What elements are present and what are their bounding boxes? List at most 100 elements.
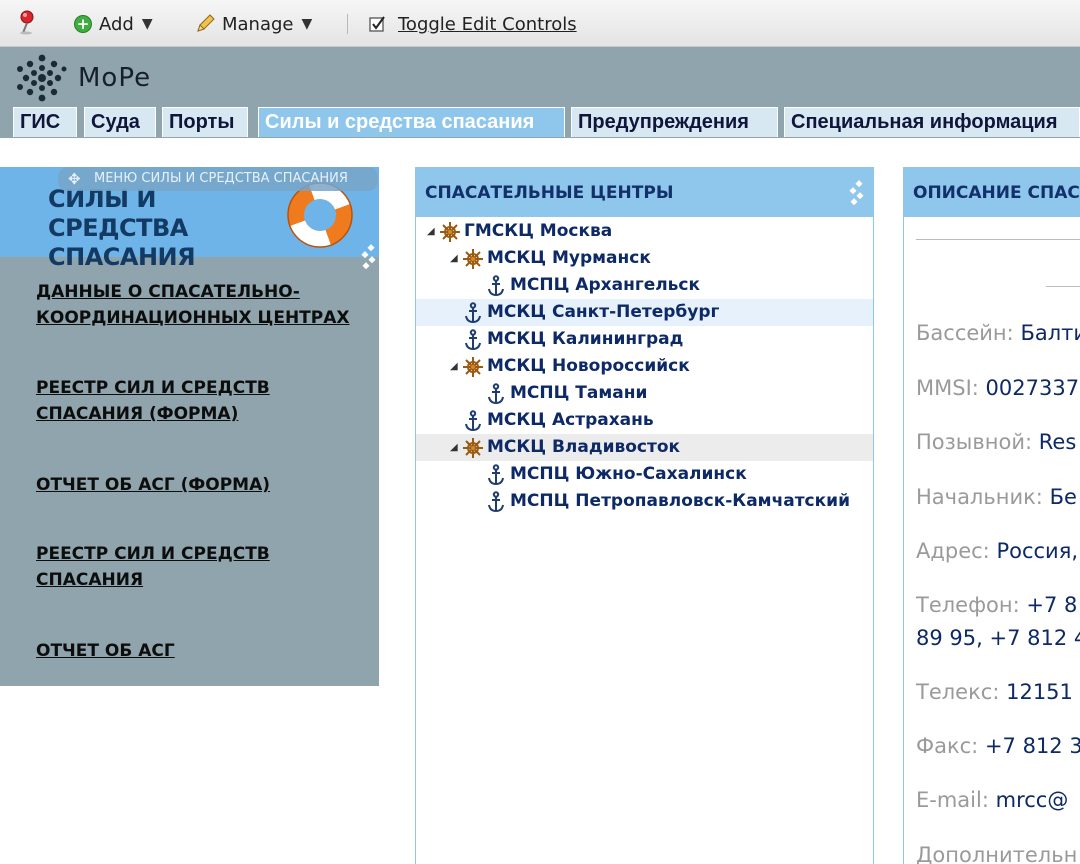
tree-item-label: МСКЦ Владивосток <box>487 437 681 457</box>
description-header: ОПИСАНИЕ СПАСА <box>904 167 1080 217</box>
tree-item[interactable]: МСКЦ Санкт-Петербург <box>416 299 873 326</box>
field-key: Телефон: <box>916 593 1020 617</box>
anchor-icon <box>463 302 483 324</box>
description-field: Телефон: +7 8 89 95, +7 812 4 <box>916 589 1080 655</box>
tab-ports[interactable]: Порты <box>162 107 248 137</box>
menu-link-asg-report-form[interactable]: ОТЧЕТ ОБ АСГ (ФОРМА) <box>36 472 270 498</box>
tree-item[interactable]: ◢ МСКЦ Мурманск <box>416 245 873 272</box>
add-label: Add <box>99 13 134 35</box>
tab-gis[interactable]: ГИС <box>13 107 77 137</box>
field-key: MMSI: <box>916 376 979 400</box>
toggle-edit-controls-button[interactable]: Toggle Edit Controls <box>368 12 577 36</box>
toolbar-divider <box>347 14 348 34</box>
field-value: Res <box>1038 430 1077 454</box>
divider <box>1046 286 1080 287</box>
description-field: Начальник: Бе <box>916 481 1077 514</box>
field-key: Факс: <box>916 734 979 758</box>
tree-item-label: МСПЦ Южно-Сахалинск <box>510 464 747 484</box>
rescue-menu-title: СИЛЫ И СРЕДСТВА СПАСАНИЯ <box>48 185 288 272</box>
drag-grip-icon[interactable] <box>358 243 380 271</box>
field-value: mrcc@ <box>995 788 1069 812</box>
tree-item-label: МСКЦ Калининград <box>487 329 684 349</box>
description-field: Дополнительн <box>916 839 1077 864</box>
tree-item[interactable]: МСПЦ Архангельск <box>416 272 873 299</box>
tree-item-label: ГМСКЦ Москва <box>464 221 613 241</box>
tab-warnings[interactable]: Предупреждения <box>571 107 778 137</box>
expand-toggle-icon[interactable]: ◢ <box>450 353 458 380</box>
description-field: Адрес: Россия, <box>916 535 1078 568</box>
tree-item[interactable]: МСКЦ Калининград <box>416 326 873 353</box>
description-field: Бассейн: Балти <box>916 317 1080 350</box>
anchor-icon <box>486 491 506 513</box>
add-menu-button[interactable]: + Add ▼ <box>74 12 153 36</box>
helm-icon <box>440 221 460 243</box>
move-icon[interactable]: ✥ <box>68 167 81 191</box>
menu-link-registry[interactable]: РЕЕСТР СИЛ И СРЕДСТВ СПАСАНИЯ <box>36 541 270 593</box>
field-key: Начальник: <box>916 485 1043 509</box>
field-value: Россия, <box>996 539 1079 563</box>
tree-item-label: МСКЦ Астрахань <box>487 410 654 430</box>
drag-grip-icon[interactable] <box>846 179 868 207</box>
divider <box>916 239 1080 240</box>
tree-item[interactable]: ◢ ГМСКЦ Москва <box>416 218 873 245</box>
field-value: 12151 <box>1006 680 1073 704</box>
tab-rescue-forces[interactable]: Силы и средства спасания <box>258 107 565 137</box>
rescue-centers-header: СПАСАТЕЛЬНЫЕ ЦЕНТРЫ <box>416 167 873 217</box>
rescue-menu-caption-text: МЕНЮ СИЛЫ И СРЕДСТВА СПАСАНИЯ <box>94 171 348 186</box>
logo-text: MoPe <box>78 63 152 93</box>
rescue-menu-title-line2: СПАСАНИЯ <box>48 243 196 271</box>
description-field: E-mail: mrcc@ <box>916 784 1068 817</box>
description-field: Телекс: 12151 <box>916 676 1073 709</box>
rescue-menu-title-line1: СИЛЫ И СРЕДСТВА <box>48 185 188 242</box>
expand-toggle-icon[interactable]: ◢ <box>427 218 435 245</box>
menu-link-asg-report[interactable]: ОТЧЕТ ОБ АСГ <box>36 638 175 664</box>
field-key: Адрес: <box>916 539 990 563</box>
tree-item[interactable]: ◢ МСКЦ Новороссийск <box>416 353 873 380</box>
logo-spiral-icon <box>17 54 67 102</box>
menu-link-registry-form[interactable]: РЕЕСТР СИЛ И СРЕДСТВ СПАСАНИЯ (ФОРМА) <box>36 375 270 427</box>
field-value: +7 8 <box>1026 593 1078 617</box>
anchor-icon <box>486 275 506 297</box>
field-value: +7 812 3 <box>984 734 1080 758</box>
mope-logo[interactable]: MoPe <box>12 51 162 105</box>
rescue-centers-title: СПАСАТЕЛЬНЫЕ ЦЕНТРЫ <box>425 183 674 203</box>
field-key: Дополнительн <box>916 843 1078 864</box>
pushpin-icon[interactable] <box>16 10 38 35</box>
menu-link-rcc-data[interactable]: ДАННЫЕ О СПАСАТЕЛЬНО- КООРДИНАЦИОННЫХ ЦЕН… <box>36 279 350 331</box>
rescue-menu-caption[interactable]: ✥ МЕНЮ СИЛЫ И СРЕДСТВА СПАСАНИЯ <box>58 167 378 191</box>
anchor-icon <box>486 464 506 486</box>
tab-ships[interactable]: Суда <box>84 107 156 137</box>
helm-icon <box>463 248 483 270</box>
description-field: MMSI: 0027337 <box>916 372 1079 405</box>
tree-item[interactable]: МСКЦ Астрахань <box>416 407 873 434</box>
description-field: Факс: +7 812 3 <box>916 730 1080 763</box>
tree-item[interactable]: МСПЦ Петропавловск-Камчатский <box>416 488 873 515</box>
checkbox-checked-icon <box>369 16 385 32</box>
field-key: Позывной: <box>916 430 1033 454</box>
rescue-menu-panel: СИЛЫ И СРЕДСТВА СПАСАНИЯ ✥ МЕНЮ СИЛЫ И С… <box>0 167 379 686</box>
manage-label: Manage <box>222 13 294 35</box>
expand-toggle-icon[interactable]: ◢ <box>450 245 458 272</box>
helm-icon <box>463 437 483 459</box>
tree-item-label: МСКЦ Санкт-Петербург <box>487 302 720 322</box>
field-key: E-mail: <box>916 788 989 812</box>
tree-item[interactable]: МСПЦ Южно-Сахалинск <box>416 461 873 488</box>
field-value: 0027337 <box>985 376 1080 400</box>
edit-toolbar: + Add ▼ Manage ▼ Toggle Edit Controls <box>0 0 1080 47</box>
tree-item[interactable]: ◢ МСКЦ Владивосток <box>416 434 873 461</box>
tree-item-label: МСПЦ Архангельск <box>510 275 701 295</box>
manage-menu-button[interactable]: Manage ▼ <box>194 12 312 36</box>
caret-down-icon: ▼ <box>141 16 153 32</box>
tree-item-label: МСКЦ Мурманск <box>487 248 651 268</box>
tab-special-info[interactable]: Специальная информация <box>784 107 1080 137</box>
anchor-icon <box>486 383 506 405</box>
helm-icon <box>463 356 483 378</box>
tree-item-label: МСПЦ Петропавловск-Камчатский <box>510 491 850 511</box>
anchor-icon <box>463 329 483 351</box>
description-panel: ОПИСАНИЕ СПАСА Бассейн: Балти MMSI: 00273… <box>903 167 1080 864</box>
expand-toggle-icon[interactable]: ◢ <box>450 434 458 461</box>
field-value: Бе <box>1049 485 1077 509</box>
tree-item[interactable]: МСПЦ Тамани <box>416 380 873 407</box>
field-key: Телекс: <box>916 680 1000 704</box>
field-key: Бассейн: <box>916 321 1014 345</box>
